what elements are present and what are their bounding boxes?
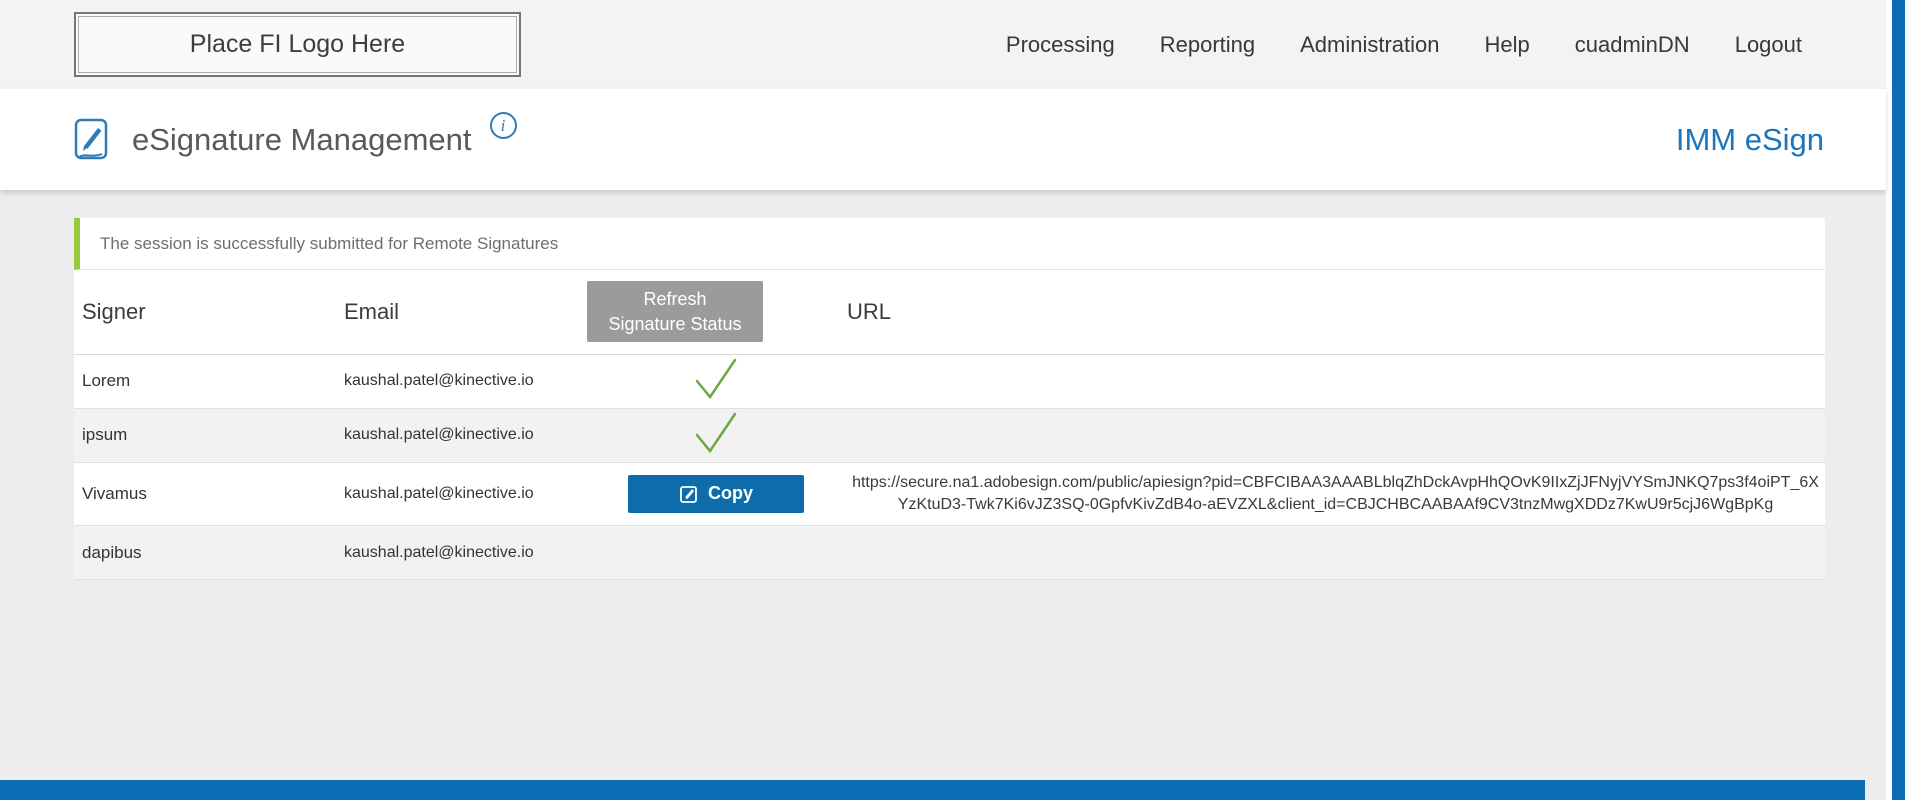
fi-logo-placeholder: Place FI Logo Here: [74, 12, 521, 77]
copy-url-button[interactable]: Copy: [628, 475, 804, 513]
signing-url: https://secure.na1.adobesign.com/public/…: [847, 464, 1824, 525]
signer-name: Lorem: [74, 354, 336, 408]
nav-item-processing[interactable]: Processing: [1006, 32, 1115, 58]
signer-email: kaushal.patel@kinective.io: [336, 354, 586, 408]
nav-item-administration[interactable]: Administration: [1300, 32, 1439, 58]
page: Place FI Logo Here Processing Reporting …: [0, 0, 1886, 800]
table-row: dapibus kaushal.patel@kinective.io: [74, 526, 1825, 580]
signer-email: kaushal.patel@kinective.io: [336, 462, 586, 526]
refresh-button-line2: Signature Status: [595, 312, 755, 336]
signer-name: Vivamus: [74, 462, 336, 526]
status-empty: [586, 526, 846, 580]
nav-item-logout[interactable]: Logout: [1735, 32, 1802, 58]
signing-url-empty: [846, 354, 1825, 408]
copy-icon: [679, 484, 699, 504]
fi-logo-text: Place FI Logo Here: [190, 30, 405, 59]
table-row: Vivamus kaushal.patel@kinective.io: [74, 462, 1825, 526]
signed-check-icon: [693, 411, 739, 455]
esign-session-panel: The session is successfully submitted fo…: [74, 218, 1825, 580]
copy-button-label: Copy: [708, 483, 753, 504]
nav-item-help[interactable]: Help: [1485, 32, 1530, 58]
top-navigation-bar: Place FI Logo Here Processing Reporting …: [0, 0, 1886, 89]
success-message: The session is successfully submitted fo…: [74, 218, 1825, 270]
column-header-url: URL: [846, 270, 1825, 354]
page-title: eSignature Management: [132, 122, 472, 158]
nav-item-user-cuadmindn[interactable]: cuadminDN: [1575, 32, 1690, 58]
table-header-row: Signer Email Refresh Signature Status UR…: [74, 270, 1825, 354]
info-icon[interactable]: i: [490, 112, 517, 139]
signer-email: kaushal.patel@kinective.io: [336, 408, 586, 462]
signer-email: kaushal.patel@kinective.io: [336, 526, 586, 580]
table-row: Lorem kaushal.patel@kinective.io: [74, 354, 1825, 408]
signing-url-empty: [846, 526, 1825, 580]
brand-text: IMM eSign: [1676, 122, 1824, 158]
refresh-button-line1: Refresh: [595, 287, 755, 311]
column-header-status: Refresh Signature Status: [586, 270, 846, 354]
page-header: eSignature Management i IMM eSign: [0, 89, 1886, 190]
footer-bar: [0, 780, 1865, 800]
signer-name: ipsum: [74, 408, 336, 462]
column-header-signer: Signer: [74, 270, 336, 354]
signing-url-empty: [846, 408, 1825, 462]
refresh-signature-status-button[interactable]: Refresh Signature Status: [587, 281, 763, 342]
esignature-document-icon: [72, 117, 116, 163]
signed-check-icon: [693, 357, 739, 401]
column-header-email: Email: [336, 270, 586, 354]
table-row: ipsum kaushal.patel@kinective.io: [74, 408, 1825, 462]
main-content: The session is successfully submitted fo…: [0, 190, 1886, 800]
signer-name: dapibus: [74, 526, 336, 580]
nav-item-reporting[interactable]: Reporting: [1160, 32, 1255, 58]
success-message-text: The session is successfully submitted fo…: [100, 234, 558, 254]
main-nav: Processing Reporting Administration Help…: [1006, 32, 1802, 58]
signers-table: Signer Email Refresh Signature Status UR…: [74, 270, 1825, 580]
right-scrollbar[interactable]: [1892, 0, 1905, 800]
